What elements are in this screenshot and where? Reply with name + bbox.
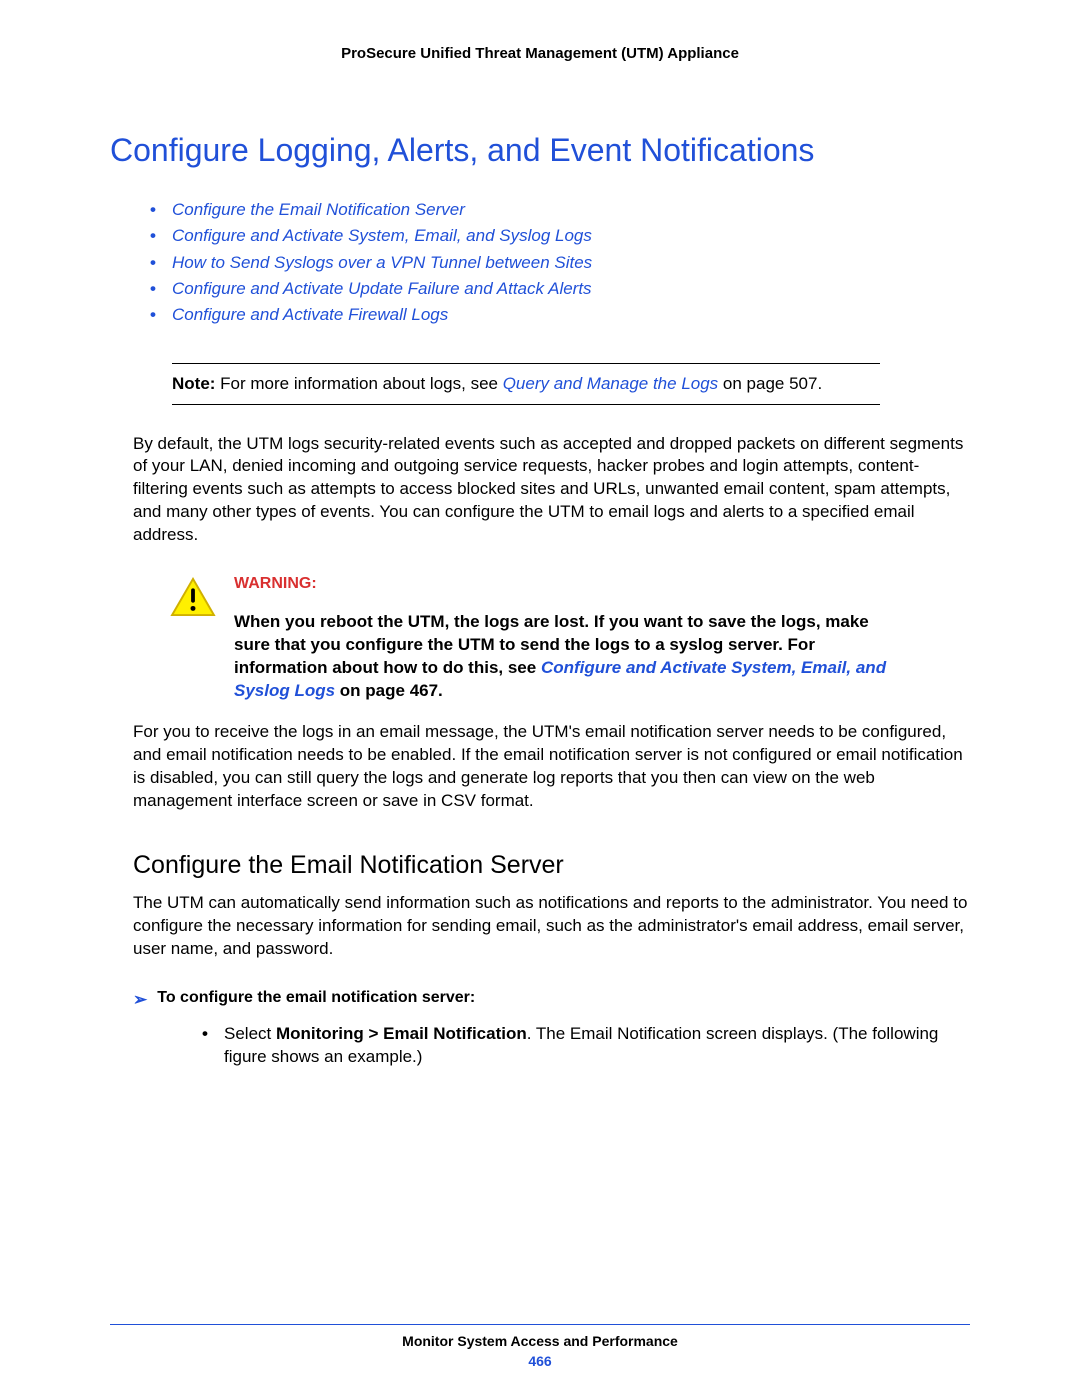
toc-link: Configure and Activate System, Email, an… <box>172 226 592 245</box>
toc-item[interactable]: Configure and Activate Update Failure an… <box>150 276 970 302</box>
procedure-step-list: Select Monitoring > Email Notification. … <box>110 1022 970 1070</box>
toc-link: How to Send Syslogs over a VPN Tunnel be… <box>172 253 592 272</box>
step-prefix: Select <box>224 1024 276 1043</box>
toc-link: Configure and Activate Update Failure an… <box>172 279 592 298</box>
running-header: ProSecure Unified Threat Management (UTM… <box>110 45 970 62</box>
page-title: Configure Logging, Alerts, and Event Not… <box>110 132 970 169</box>
procedure-label: To configure the email notification serv… <box>157 989 475 1007</box>
body-paragraph: The UTM can automatically send informati… <box>133 892 970 961</box>
note-link[interactable]: Query and Manage the Logs <box>503 374 718 393</box>
footer-title: Monitor System Access and Performance <box>110 1333 970 1349</box>
page-footer: Monitor System Access and Performance 46… <box>110 1324 970 1369</box>
chevron-right-icon: ➢ <box>133 989 147 1010</box>
note-callout: Note: For more information about logs, s… <box>172 363 880 405</box>
contents-list: Configure the Email Notification Server … <box>110 197 970 329</box>
toc-link: Configure and Activate Firewall Logs <box>172 305 448 324</box>
warning-callout: WARNING: When you reboot the UTM, the lo… <box>170 575 900 703</box>
note-label: Note: <box>172 374 215 393</box>
body-paragraph: For you to receive the logs in an email … <box>133 721 970 813</box>
section-heading: Configure the Email Notification Server <box>133 851 970 880</box>
step-menu-path: Monitoring > Email Notification <box>276 1024 527 1043</box>
warning-text: When you reboot the UTM, the logs are lo… <box>234 611 900 703</box>
body-paragraph: By default, the UTM logs security-relate… <box>133 433 970 548</box>
page-number: 466 <box>110 1353 970 1369</box>
footer-divider <box>110 1324 970 1325</box>
procedure-heading: ➢ To configure the email notification se… <box>133 989 970 1010</box>
note-text-post: on page 507. <box>718 374 822 393</box>
warning-content: WARNING: When you reboot the UTM, the lo… <box>234 575 900 703</box>
toc-link: Configure the Email Notification Server <box>172 200 465 219</box>
warning-icon <box>170 575 220 703</box>
document-page: ProSecure Unified Threat Management (UTM… <box>0 0 1080 1397</box>
toc-item[interactable]: Configure the Email Notification Server <box>150 197 970 223</box>
warning-title: WARNING: <box>234 575 900 593</box>
toc-item[interactable]: Configure and Activate System, Email, an… <box>150 223 970 249</box>
toc-item[interactable]: Configure and Activate Firewall Logs <box>150 302 970 328</box>
toc-item[interactable]: How to Send Syslogs over a VPN Tunnel be… <box>150 250 970 276</box>
procedure-step: Select Monitoring > Email Notification. … <box>202 1022 970 1070</box>
warning-text-post: on page 467. <box>335 681 443 700</box>
note-text-pre: For more information about logs, see <box>215 374 502 393</box>
